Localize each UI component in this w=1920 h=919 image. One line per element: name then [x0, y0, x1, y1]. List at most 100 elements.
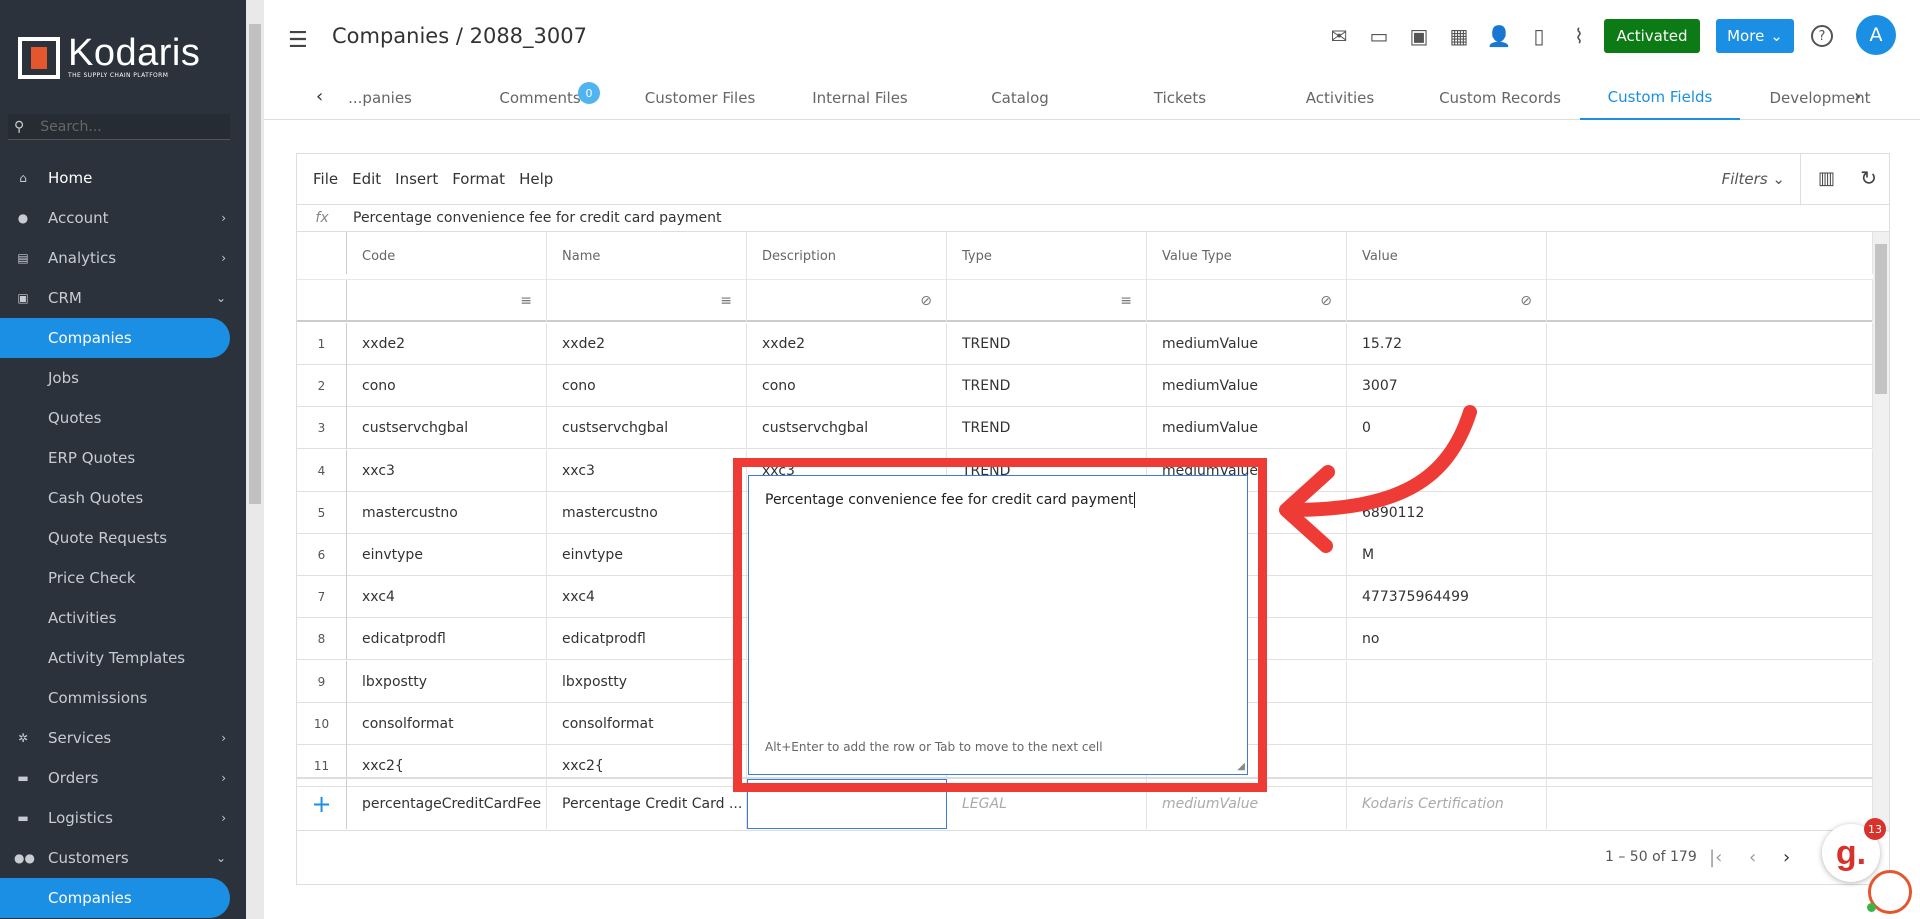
cell-value[interactable]: 15.72	[1347, 323, 1547, 365]
cell-name[interactable]: xxc4	[547, 576, 747, 619]
tab-tickets[interactable]: Tickets	[1100, 76, 1260, 120]
building-icon[interactable]: ▦	[1446, 24, 1472, 48]
more-button[interactable]: More ⌄	[1716, 19, 1794, 53]
new-row-code[interactable]: percentageCreditCardFee	[347, 779, 547, 829]
sidebar-item-companies[interactable]: Companies	[0, 878, 230, 918]
sidebar-item-erp-quotes[interactable]: ERP Quotes	[0, 438, 246, 478]
cell-value[interactable]	[1347, 660, 1547, 703]
column-filter-type[interactable]: ≡	[947, 280, 1147, 322]
sidebar-scroll-thumb[interactable]	[249, 24, 261, 504]
cell-description[interactable]: xxde2	[747, 323, 947, 365]
chat-widget-button[interactable]: g. 13	[1822, 818, 1886, 882]
new-row-value[interactable]: Kodaris Certification	[1347, 779, 1547, 829]
sidebar-item-price-check[interactable]: Price Check	[0, 558, 246, 598]
sidebar-item-quotes[interactable]: Quotes	[0, 398, 246, 438]
cell-code[interactable]: lbxpostty	[347, 660, 547, 703]
cell-code[interactable]: einvtype	[347, 534, 547, 576]
table-row[interactable]: 3 custservchgbal custservchgbal custservchg…	[297, 407, 1873, 450]
filter-icon[interactable]: ≡	[1120, 293, 1132, 309]
cell-value[interactable]: 477375964499	[1347, 576, 1547, 619]
menu-icon[interactable]: ☰	[288, 28, 308, 53]
avatar[interactable]: A	[1856, 15, 1896, 55]
activated-button[interactable]: Activated	[1604, 19, 1700, 53]
cell-type[interactable]: TREND	[947, 365, 1147, 408]
sidebar-item-companies[interactable]: Companies	[0, 318, 230, 358]
sidebar-item-services[interactable]: ✲ Services ›	[0, 718, 246, 758]
filter-icon[interactable]: ≡	[720, 293, 732, 309]
column-filter-code[interactable]: ≡	[347, 280, 547, 322]
tab-custom-fields[interactable]: Custom Fields	[1580, 76, 1740, 120]
next-page-icon[interactable]: ›	[1783, 847, 1790, 868]
column-header-value[interactable]: Value	[1347, 232, 1547, 280]
sidebar-item-home[interactable]: ⌂ Home	[0, 158, 246, 198]
cell-code[interactable]: consolformat	[347, 702, 547, 745]
cell-description[interactable]: custservchgbal	[747, 407, 947, 450]
help-icon[interactable]: ?	[1811, 25, 1833, 47]
filter-off-icon[interactable]: ⊘	[1520, 293, 1532, 309]
sidebar-item-account[interactable]: ● Account ›	[0, 198, 246, 238]
menu-edit[interactable]: Edit	[352, 170, 381, 188]
column-filter-value-type[interactable]: ⊘	[1147, 280, 1347, 322]
mail-icon[interactable]: ✉	[1326, 24, 1352, 48]
filter-off-icon[interactable]: ⊘	[1320, 293, 1332, 309]
gift-icon[interactable]: ▣	[1406, 24, 1432, 48]
menu-format[interactable]: Format	[452, 170, 505, 188]
sidebar-item-quote-requests[interactable]: Quote Requests	[0, 518, 246, 558]
tab-customer-files[interactable]: Customer Files	[620, 76, 780, 120]
sidebar-item-crm[interactable]: ▣ CRM ⌄	[0, 278, 246, 318]
grid-scrollbar[interactable]	[1873, 232, 1889, 832]
add-document-icon[interactable]: ▯	[1526, 24, 1552, 48]
cell-name[interactable]: consolformat	[547, 702, 747, 745]
column-header-type[interactable]: Type	[947, 232, 1147, 280]
sidebar-item-analytics[interactable]: ▤ Analytics ›	[0, 238, 246, 278]
cell-name[interactable]: einvtype	[547, 534, 747, 576]
cell-description[interactable]: cono	[747, 365, 947, 408]
column-header-code[interactable]: Code	[347, 232, 547, 280]
sidebar-item-cash-quotes[interactable]: Cash Quotes	[0, 478, 246, 518]
menu-file[interactable]: File	[313, 170, 338, 188]
column-header-value-type[interactable]: Value Type	[1147, 232, 1347, 280]
sidebar-item-jobs[interactable]: Jobs	[0, 358, 246, 398]
cell-code[interactable]: custservchgbal	[347, 407, 547, 450]
sidebar-item-commissions[interactable]: Commissions	[0, 678, 246, 718]
tab-custom-records[interactable]: Custom Records	[1420, 76, 1580, 120]
grid-scroll-thumb[interactable]	[1875, 244, 1887, 394]
table-row[interactable]: 2 cono cono cono TREND mediumValue 3007	[297, 365, 1873, 408]
support-chat-icon[interactable]	[1867, 870, 1912, 914]
cell-name[interactable]: edicatprodfl	[547, 618, 747, 661]
prev-page-icon[interactable]: ‹	[1749, 847, 1756, 868]
tab-panies[interactable]: ...panies	[300, 76, 460, 120]
filters-button[interactable]: Filters ⌄	[1722, 170, 1785, 188]
cell-value[interactable]: no	[1347, 618, 1547, 661]
formula-value[interactable]: Percentage convenience fee for credit ca…	[353, 210, 722, 226]
column-filter-name[interactable]: ≡	[547, 280, 747, 322]
cell-name[interactable]: xxde2	[547, 323, 747, 365]
column-header-name[interactable]: Name	[547, 232, 747, 280]
kodaris-logo[interactable]: Kodaris THE SUPPLY CHAIN PLATFORM	[18, 34, 200, 79]
menu-help[interactable]: Help	[519, 170, 553, 188]
tab-development[interactable]: Development	[1740, 76, 1900, 120]
sidebar-item-orders[interactable]: ▬ Orders ›	[0, 758, 246, 798]
tab-internal-files[interactable]: Internal Files	[780, 76, 940, 120]
filter-icon[interactable]: ≡	[520, 293, 532, 309]
cell-code[interactable]: xxc4	[347, 576, 547, 619]
sidebar-search[interactable]: ⚲ Search...	[8, 114, 230, 140]
cell-value[interactable]	[1347, 702, 1547, 745]
sidebar-item-logistics[interactable]: ▬ Logistics ›	[0, 798, 246, 838]
column-filter-value[interactable]: ⊘	[1347, 280, 1547, 322]
table-row[interactable]: 1 xxde2 xxde2 xxde2 TREND mediumValue 15.72	[297, 323, 1873, 365]
tab-activities[interactable]: Activities	[1260, 76, 1420, 120]
cell-type[interactable]: TREND	[947, 323, 1147, 365]
columns-icon[interactable]: ▥	[1818, 168, 1835, 189]
cell-name[interactable]: lbxpostty	[547, 660, 747, 703]
cell-code[interactable]: xxc3	[347, 449, 547, 492]
attachment-icon[interactable]: ⌇	[1566, 24, 1592, 48]
sidebar-item-activity-templates[interactable]: Activity Templates	[0, 638, 246, 678]
cell-code[interactable]: edicatprodfl	[347, 618, 547, 661]
tab-comments[interactable]: Comments 0	[460, 76, 620, 120]
sidebar-item-activities[interactable]: Activities	[0, 598, 246, 638]
search-input[interactable]: Search...	[40, 119, 101, 135]
filter-off-icon[interactable]: ⊘	[920, 293, 932, 309]
cell-name[interactable]: xxc3	[547, 449, 747, 492]
refresh-icon[interactable]: ↻	[1860, 166, 1877, 190]
